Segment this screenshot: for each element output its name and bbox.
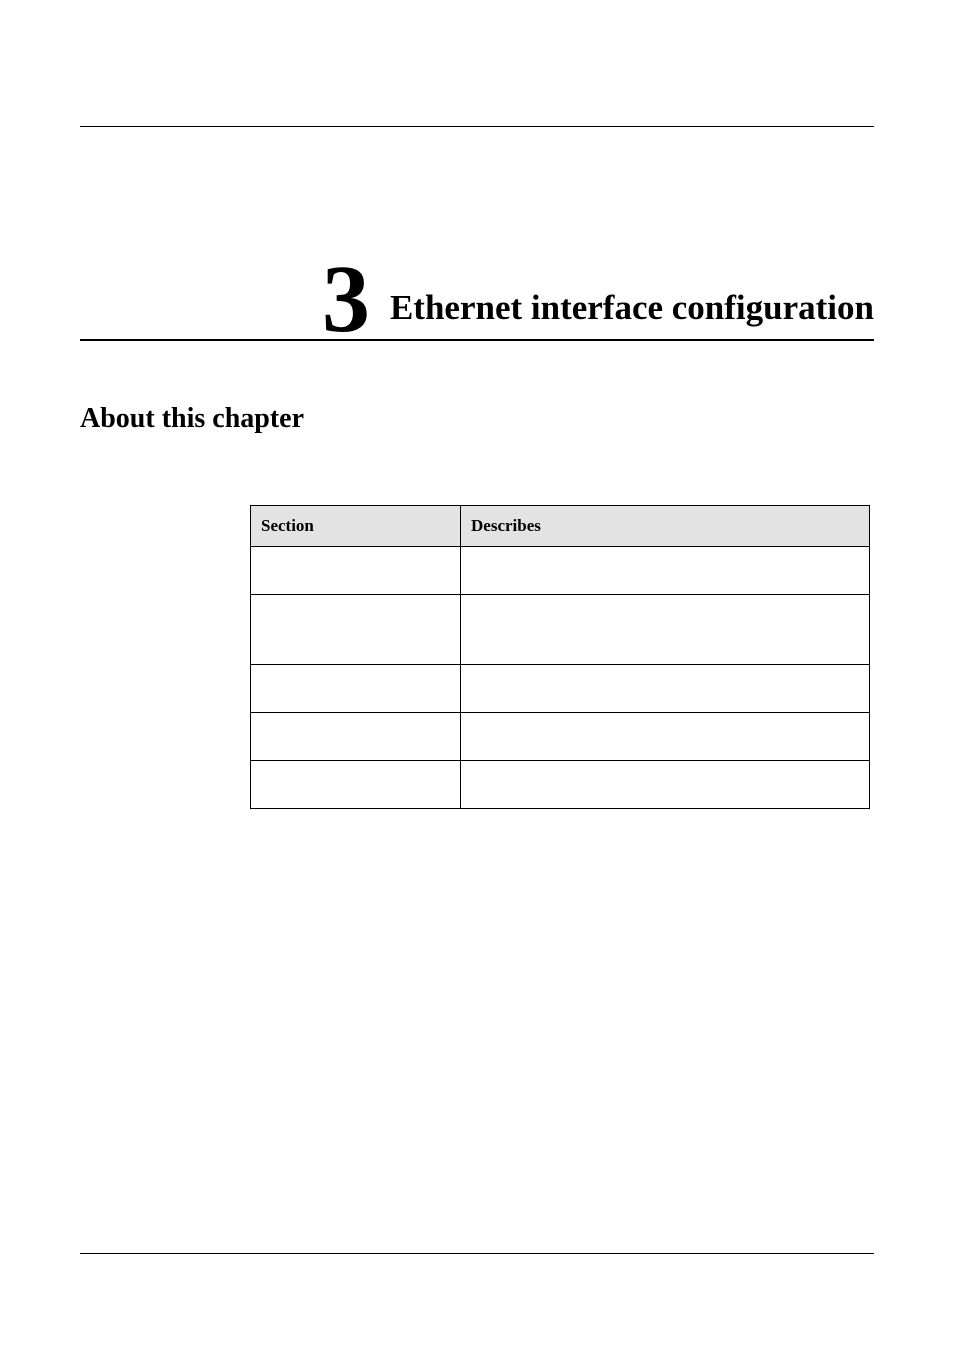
cell-section	[251, 760, 461, 808]
chapter-sections-table: Section Describes	[250, 505, 870, 809]
cell-describes	[461, 594, 870, 664]
cell-describes	[461, 760, 870, 808]
chapter-sections-table-wrap: Section Describes	[250, 505, 870, 809]
table-header-row: Section Describes	[251, 505, 870, 546]
about-this-chapter-heading: About this chapter	[80, 403, 874, 435]
cell-section	[251, 546, 461, 594]
th-describes: Describes	[461, 505, 870, 546]
chapter-title: Ethernet interface configuration	[390, 290, 874, 335]
cell-describes	[461, 712, 870, 760]
table-row	[251, 664, 870, 712]
table-row	[251, 594, 870, 664]
table-row	[251, 546, 870, 594]
bottom-rule	[80, 1253, 874, 1254]
cell-describes	[461, 664, 870, 712]
table-row	[251, 712, 870, 760]
cell-section	[251, 712, 461, 760]
top-rule	[80, 126, 874, 127]
cell-section	[251, 664, 461, 712]
table-row	[251, 760, 870, 808]
page: 3 Ethernet interface configuration About…	[0, 0, 954, 1350]
th-section: Section	[251, 505, 461, 546]
chapter-number: 3	[322, 262, 390, 337]
cell-section	[251, 594, 461, 664]
cell-describes	[461, 546, 870, 594]
chapter-heading-block: 3 Ethernet interface configuration	[80, 260, 874, 341]
chapter-title-row: 3 Ethernet interface configuration	[80, 260, 874, 341]
